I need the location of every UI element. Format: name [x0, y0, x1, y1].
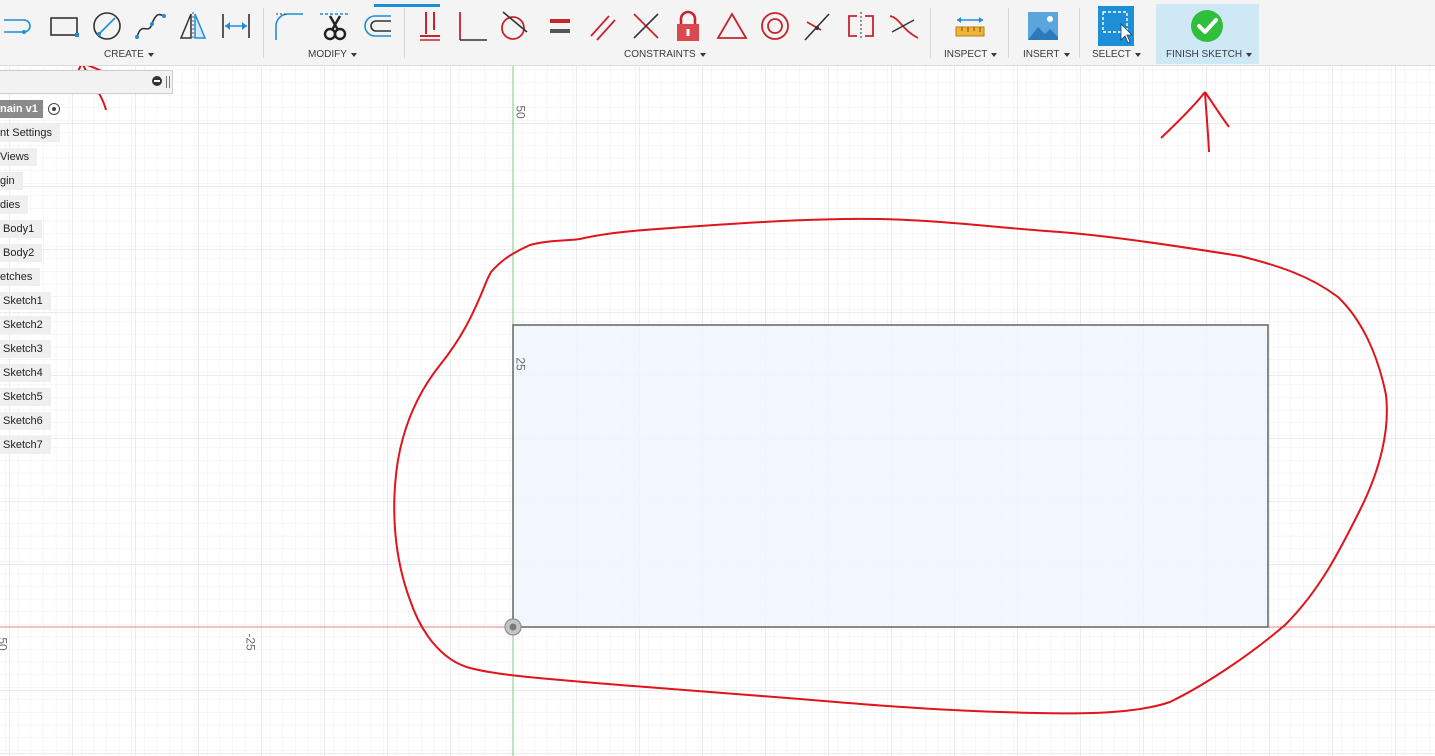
- tangent-icon[interactable]: [499, 8, 531, 44]
- toolbar-divider: [1008, 8, 1009, 58]
- browser-item-sketch5[interactable]: Sketch5: [0, 388, 51, 406]
- browser-item-origin[interactable]: gin: [0, 172, 23, 190]
- create-menu-label: CREATE: [104, 49, 144, 60]
- browser-item-sketches[interactable]: etches: [0, 268, 41, 286]
- chevron-down-icon: [1063, 52, 1070, 57]
- finish-sketch-menu[interactable]: FINISH SKETCH: [1166, 49, 1253, 60]
- inspect-menu[interactable]: INSPECT: [944, 49, 998, 60]
- chevron-down-icon: [1134, 52, 1141, 57]
- activate-component-radio-icon[interactable]: [48, 103, 60, 115]
- chevron-down-icon: [699, 52, 706, 57]
- circle-icon[interactable]: [91, 8, 123, 44]
- midpoint-icon[interactable]: [716, 8, 748, 44]
- fix-lock-icon[interactable]: [672, 8, 704, 44]
- browser-item-sketch3[interactable]: Sketch3: [0, 340, 51, 358]
- select-menu[interactable]: SELECT: [1092, 49, 1141, 60]
- browser-item-sketch2[interactable]: Sketch2: [0, 316, 51, 334]
- axis-label-x-edge: 50: [0, 637, 10, 651]
- browser-item-sketch6[interactable]: Sketch6: [0, 412, 51, 430]
- collapse-icon[interactable]: [152, 76, 162, 86]
- equal-icon[interactable]: [544, 8, 576, 44]
- finish-sketch-check-icon[interactable]: [1189, 8, 1225, 44]
- browser-item-sketch1[interactable]: Sketch1: [0, 292, 51, 310]
- parallel-icon[interactable]: [587, 8, 619, 44]
- browser-root-component[interactable]: nain v1: [0, 100, 43, 118]
- modify-menu-label: MODIFY: [308, 49, 347, 60]
- axis-label-y-25: 25: [513, 357, 528, 371]
- browser-item-sketch7[interactable]: Sketch7: [0, 436, 51, 454]
- axis-label-y-50: 50: [513, 105, 528, 119]
- browser-item-document-settings[interactable]: nt Settings: [0, 124, 60, 142]
- browser-item-body2[interactable]: Body2: [0, 244, 43, 262]
- insert-menu-label: INSERT: [1023, 49, 1060, 60]
- sketch-rectangle-profile[interactable]: [512, 324, 1269, 628]
- select-menu-label: SELECT: [1092, 49, 1131, 60]
- collinear-icon[interactable]: [801, 8, 833, 44]
- create-menu[interactable]: CREATE: [104, 49, 154, 60]
- mirror-icon[interactable]: [177, 8, 209, 44]
- browser-panel-header: [0, 70, 173, 94]
- chevron-down-icon: [350, 52, 357, 57]
- spline-icon[interactable]: [134, 8, 166, 44]
- select-window-icon[interactable]: [1098, 6, 1134, 46]
- modify-menu[interactable]: MODIFY: [308, 49, 357, 60]
- toolbar-divider: [930, 8, 931, 58]
- toolbar-divider: [263, 8, 264, 58]
- toolbar-divider: [1079, 8, 1080, 58]
- chevron-down-icon: [991, 52, 998, 57]
- symmetry-icon[interactable]: [845, 8, 877, 44]
- concentric-icon[interactable]: [759, 8, 791, 44]
- browser-item-sketch4[interactable]: Sketch4: [0, 364, 51, 382]
- measure-icon[interactable]: [954, 8, 986, 44]
- fillet-icon[interactable]: [273, 8, 305, 44]
- chevron-down-icon: [147, 52, 154, 57]
- rectangle-icon[interactable]: [48, 8, 80, 44]
- insert-image-icon[interactable]: [1027, 8, 1059, 44]
- finish-sketch-label: FINISH SKETCH: [1166, 49, 1243, 60]
- pin-icon[interactable]: [166, 76, 170, 88]
- active-tool-indicator: [374, 4, 440, 7]
- curvature-icon[interactable]: [888, 8, 920, 44]
- origin-center-dot: [509, 623, 517, 631]
- browser-item-body1[interactable]: Body1: [0, 220, 43, 238]
- offset-icon[interactable]: [361, 8, 393, 44]
- sketch-canvas[interactable]: [0, 66, 1435, 756]
- horizontal-vertical-icon[interactable]: [414, 8, 446, 44]
- browser-item-bodies[interactable]: dies: [0, 196, 29, 214]
- constraints-menu-label: CONSTRAINTS: [624, 49, 696, 60]
- inspect-menu-label: INSPECT: [944, 49, 988, 60]
- insert-menu[interactable]: INSERT: [1023, 49, 1070, 60]
- slot-icon[interactable]: [2, 8, 34, 44]
- browser-item-named-views[interactable]: Views: [0, 148, 38, 166]
- dimension-icon[interactable]: [220, 8, 252, 44]
- chevron-down-icon: [1246, 52, 1253, 57]
- trim-icon[interactable]: [318, 8, 350, 44]
- constraints-menu[interactable]: CONSTRAINTS: [624, 49, 706, 60]
- axis-label-x-minus-25: -25: [243, 633, 258, 651]
- coincident-icon[interactable]: [457, 8, 489, 44]
- toolbar-divider: [404, 8, 405, 58]
- sketch-toolbar: CREATE MODIFY CONSTRAINTS INSPECT INSERT…: [0, 0, 1435, 66]
- perpendicular-icon[interactable]: [630, 8, 662, 44]
